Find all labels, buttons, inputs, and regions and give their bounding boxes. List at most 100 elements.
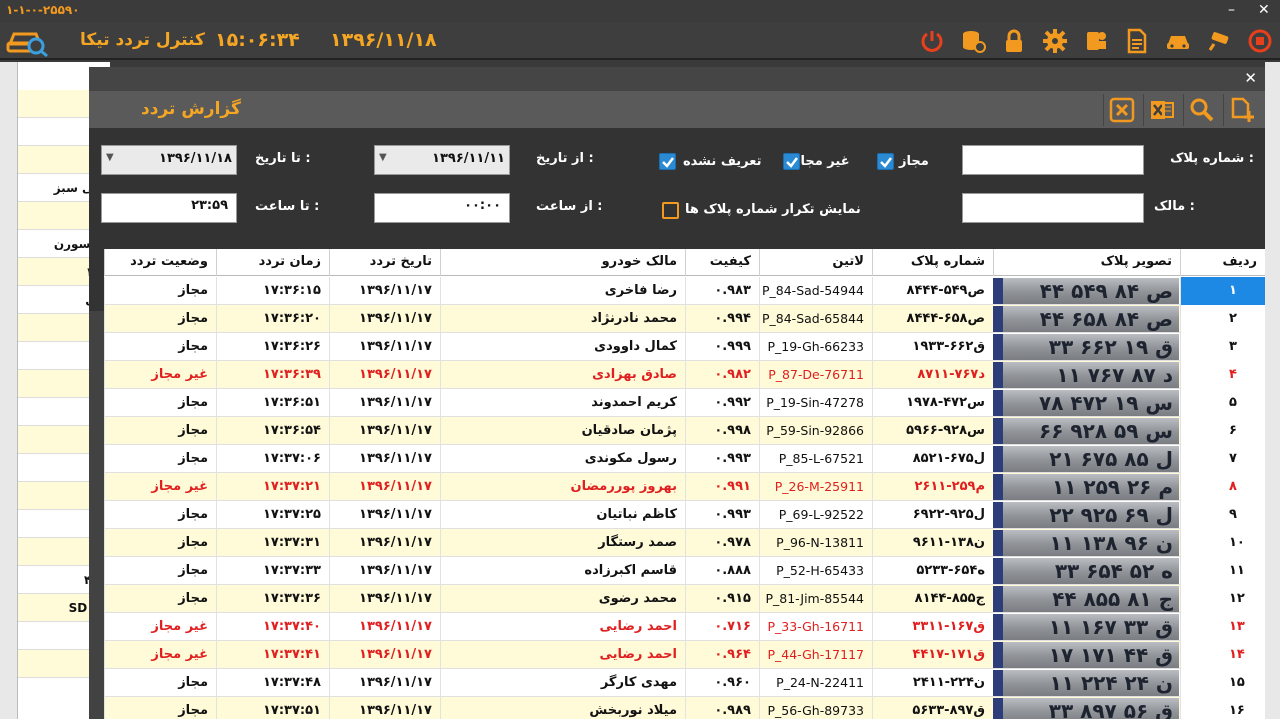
col-header-status[interactable]: وضعیت تردد bbox=[104, 249, 216, 276]
cell-quality: ۰.۹۹۳ bbox=[685, 445, 759, 473]
cell-plate-number: ۴۴ق۱۷۱-۱۷ bbox=[872, 641, 993, 669]
cell-quality: ۰.۷۱۶ bbox=[685, 613, 759, 641]
gear-icon bbox=[1043, 29, 1067, 53]
cell-index: ۱۶ bbox=[1180, 697, 1265, 719]
col-header-owner[interactable]: مالک خودرو bbox=[440, 249, 685, 276]
clear-button[interactable] bbox=[1103, 94, 1139, 126]
cell-plate-number: ۸۵ل۶۷۵-۲۱ bbox=[872, 445, 993, 473]
check-icon bbox=[880, 157, 892, 168]
excel-export-button[interactable] bbox=[1143, 94, 1179, 126]
table-row[interactable]: ۵ ۱۹س۴۷۲-۷۸ P_19-Sin-47278 ۰.۹۹۲ کریم احمدون… bbox=[104, 389, 1265, 417]
cell-plate-number: ۸۴ص۵۴۹-۴۴ bbox=[872, 277, 993, 305]
cell-date: ۱۳۹۶/۱۱/۱۷ bbox=[329, 333, 440, 361]
cell-time: ۱۷:۳۷:۴۰ bbox=[216, 613, 329, 641]
undefined-checkbox[interactable] bbox=[659, 153, 676, 170]
from-date-picker[interactable]: ▼ ۱۳۹۶/۱۱/۱۱ bbox=[374, 145, 510, 175]
table-row[interactable]: ۸ ۲۶م۲۵۹-۱۱ P_26-M-25911 ۰.۹۹۱ بهروز پوررمضا… bbox=[104, 473, 1265, 501]
cell-quality: ۰.۹۹۸ bbox=[685, 417, 759, 445]
from-time-input[interactable]: ۰۰:۰۰ bbox=[374, 193, 510, 223]
cell-quality: ۰.۹۹۴ bbox=[685, 305, 759, 333]
vehicle-button[interactable] bbox=[1158, 24, 1198, 58]
owner-input[interactable] bbox=[962, 193, 1144, 223]
plate-image: ۴۴ ۶۵۸ ص ۸۴ bbox=[993, 306, 1179, 332]
col-header-latin[interactable]: لاتین bbox=[759, 249, 872, 276]
cell-index: ۱۰ bbox=[1180, 529, 1265, 557]
table-row[interactable]: ۱ ۸۴ص۵۴۹-۴۴ P_84-Sad-54944 ۰.۹۸۳ رضا فاخری ۱۳… bbox=[104, 277, 1265, 305]
search-button[interactable] bbox=[1183, 94, 1219, 126]
allowed-checkbox[interactable] bbox=[877, 153, 894, 170]
cell-status: مجاز bbox=[104, 529, 216, 557]
table-row[interactable]: ۹ ۶۹ل۹۲۵-۲۲ P_69-L-92522 ۰.۹۹۳ کاظم نباتیان ۱… bbox=[104, 501, 1265, 529]
power-button[interactable] bbox=[912, 24, 952, 58]
col-header-time[interactable]: زمان تردد bbox=[216, 249, 329, 276]
plate-flag-strip bbox=[993, 306, 1003, 332]
plate-number-input[interactable] bbox=[962, 145, 1144, 175]
col-header-date[interactable]: تاریخ تردد bbox=[329, 249, 440, 276]
to-time-input[interactable]: ۲۳:۵۹ bbox=[101, 193, 237, 223]
check-icon bbox=[662, 157, 674, 168]
not-allowed-checkbox[interactable] bbox=[783, 153, 800, 170]
table-row[interactable]: ۲ ۸۴ص۶۵۸-۴۴ P_84-Sad-65844 ۰.۹۹۴ محمد نادرنژ… bbox=[104, 305, 1265, 333]
new-file-button[interactable] bbox=[1223, 94, 1259, 126]
col-header-index[interactable]: ردیف bbox=[1180, 249, 1265, 276]
cell-quality: ۰.۹۷۸ bbox=[685, 529, 759, 557]
table-row[interactable]: ۷ ۸۵ل۶۷۵-۲۱ P_85-L-67521 ۰.۹۹۳ رسول مکوندی ۱۳… bbox=[104, 445, 1265, 473]
plate-flag-strip bbox=[993, 446, 1003, 472]
dialog-close-icon[interactable]: ✕ bbox=[1244, 69, 1257, 87]
plate-flag-strip bbox=[993, 474, 1003, 500]
window-titlebar: ۱-۱-۰-۲۵۵۹۰ – ✕ bbox=[0, 0, 1280, 22]
cell-status: غیر مجاز bbox=[104, 641, 216, 669]
col-header-plate-image[interactable]: تصویر پلاک bbox=[993, 249, 1180, 276]
cell-date: ۱۳۹۶/۱۱/۱۷ bbox=[329, 445, 440, 473]
plate-flag-strip bbox=[993, 362, 1003, 388]
cell-index: ۱۵ bbox=[1180, 669, 1265, 697]
cell-index: ۱۲ bbox=[1180, 585, 1265, 613]
table-row[interactable]: ۱۰ ۹۶ن۱۳۸-۱۱ P_96-N-13811 ۰.۹۷۸ صمد رستگار ۱۳… bbox=[104, 529, 1265, 557]
minimize-icon[interactable]: – bbox=[1228, 2, 1235, 18]
table-row[interactable]: ۱۴ ۴۴ق۱۷۱-۱۷ P_44-Gh-17117 ۰.۹۶۴ احمد رضایی ۱… bbox=[104, 641, 1265, 669]
table-row[interactable]: ۱۲ ۸۱ج۸۵۵-۴۴ P_81-Jim-85544 ۰.۹۱۵ محمد رضوی ۱… bbox=[104, 585, 1265, 613]
settings-button[interactable] bbox=[1035, 24, 1075, 58]
cell-time: ۱۷:۳۷:۳۱ bbox=[216, 529, 329, 557]
cell-quality: ۰.۹۹۱ bbox=[685, 473, 759, 501]
cell-date: ۱۳۹۶/۱۱/۱۷ bbox=[329, 641, 440, 669]
report-button[interactable] bbox=[1117, 24, 1157, 58]
cell-time: ۱۷:۳۷:۳۳ bbox=[216, 557, 329, 585]
table-row[interactable]: ۱۱ ۵۲ه۶۵۴-۳۳ P_52-H-65433 ۰.۸۸۸ قاسم اکبرزاد… bbox=[104, 557, 1265, 585]
table-row[interactable]: ۳ ۱۹ق۶۶۲-۳۳ P_19-Gh-66233 ۰.۹۹۹ کمال داوودی ۱… bbox=[104, 333, 1265, 361]
background-scrollbar-right[interactable] bbox=[1265, 62, 1280, 719]
users-button[interactable] bbox=[1076, 24, 1116, 58]
check-icon bbox=[786, 157, 798, 168]
plate-image: ۱۱ ۱۶۷ ق ۳۳ bbox=[993, 614, 1179, 640]
cell-status: مجاز bbox=[104, 445, 216, 473]
close-icon[interactable]: ✕ bbox=[1258, 2, 1270, 18]
camera-button[interactable] bbox=[1199, 24, 1239, 58]
cell-latin: P_87-De-76711 bbox=[759, 361, 872, 389]
col-header-quality[interactable]: کیفیت bbox=[685, 249, 759, 276]
cell-latin: P_59-Sin-92866 bbox=[759, 417, 872, 445]
plate-flag-strip bbox=[993, 558, 1003, 584]
cell-plate-number: ۶۹ل۹۲۵-۲۲ bbox=[872, 501, 993, 529]
owner-label: مالک : bbox=[1154, 199, 1195, 214]
plate-image-text: ۳۳ ۸۹۷ ق ۵۶ bbox=[1048, 699, 1173, 719]
table-row[interactable]: ۴ ۸۷د۷۶۷-۱۱ P_87-De-76711 ۰.۹۸۲ صادق بهزادی ۱… bbox=[104, 361, 1265, 389]
traffic-grid: ردیف تصویر پلاک شماره پلاک لاتین کیفیت م… bbox=[104, 249, 1265, 719]
col-header-plate-number[interactable]: شماره پلاک bbox=[872, 249, 993, 276]
background-scrollbar[interactable] bbox=[0, 62, 18, 719]
stop-button[interactable] bbox=[1240, 24, 1280, 58]
chevron-down-icon: ▼ bbox=[106, 152, 114, 163]
cell-date: ۱۳۹۶/۱۱/۱۷ bbox=[329, 501, 440, 529]
plate-image-text: ۴۴ ۵۴۹ ص ۸۴ bbox=[1039, 279, 1173, 303]
to-date-picker[interactable]: ▼ ۱۳۹۶/۱۱/۱۸ bbox=[101, 145, 237, 175]
cell-owner: کاظم نباتیان bbox=[440, 501, 685, 529]
table-row[interactable]: ۱۳ ۳۳ق۱۶۷-۱۱ P_33-Gh-16711 ۰.۷۱۶ احمد رضایی ۱… bbox=[104, 613, 1265, 641]
cell-latin: P_19-Sin-47278 bbox=[759, 389, 872, 417]
table-row[interactable]: ۱۶ ۵۶ق۸۹۷-۳۳ P_56-Gh-89733 ۰.۹۸۹ میلاد نوربخ… bbox=[104, 697, 1265, 719]
lock-button[interactable] bbox=[994, 24, 1034, 58]
database-button[interactable] bbox=[953, 24, 993, 58]
cell-latin: P_56-Gh-89733 bbox=[759, 697, 872, 719]
show-repeat-checkbox[interactable] bbox=[662, 202, 679, 219]
table-row[interactable]: ۶ ۵۹س۹۲۸-۶۶ P_59-Sin-92866 ۰.۹۹۸ پژمان صادقی… bbox=[104, 417, 1265, 445]
cell-quality: ۰.۹۸۳ bbox=[685, 277, 759, 305]
table-row[interactable]: ۱۵ ۲۴ن۲۲۴-۱۱ P_24-N-22411 ۰.۹۶۰ مهدی کارگر ۱۳… bbox=[104, 669, 1265, 697]
